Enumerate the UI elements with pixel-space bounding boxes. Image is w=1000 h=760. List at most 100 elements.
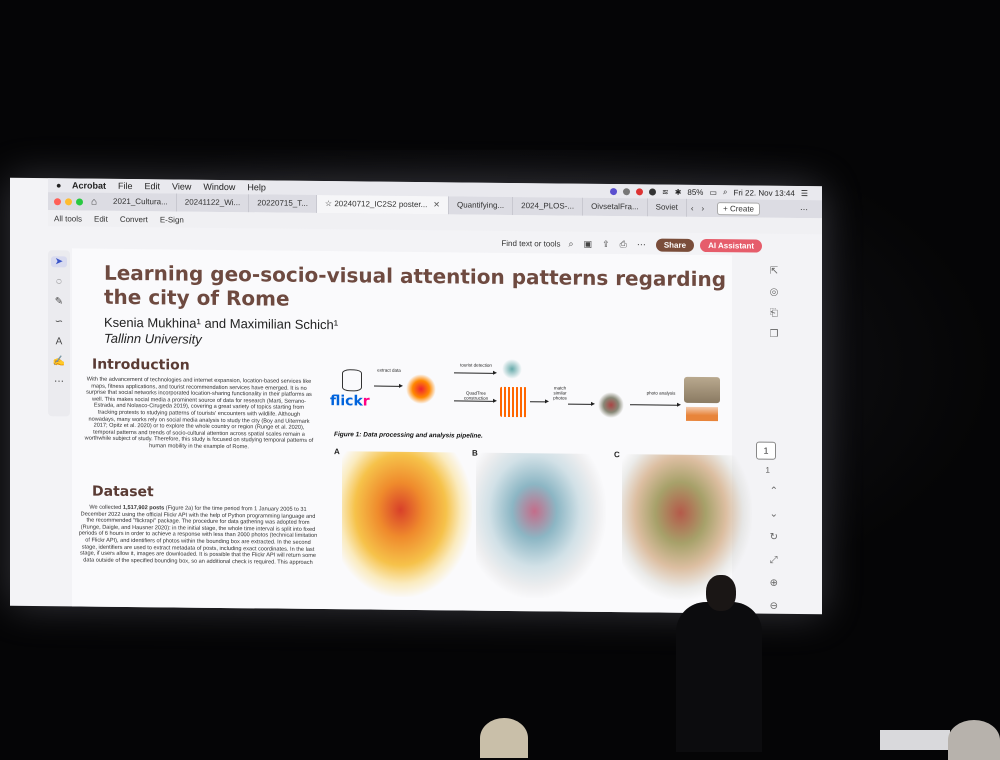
tab-document[interactable]: 20220715_T...	[249, 194, 317, 213]
poster-university: Tallinn University	[104, 330, 202, 347]
search-icon[interactable]: ⌕	[723, 187, 727, 197]
draw-icon[interactable]: ∽	[55, 316, 63, 327]
tab-document[interactable]: 2024_PLOS-...	[513, 197, 584, 216]
tab-document-active[interactable]: ☆ 20240712_IC2S2 poster... ✕	[316, 194, 449, 215]
star-icon[interactable]: ☆	[325, 199, 334, 208]
more-icon[interactable]: ⋯	[54, 376, 64, 387]
left-tools-sidebar: ➤ ◌ ✎ ∽ A ✍ ⋯	[48, 250, 70, 417]
apple-icon[interactable]: ●	[56, 180, 66, 190]
map-b	[476, 452, 606, 599]
pen-icon[interactable]: ✎	[55, 296, 63, 307]
comments-icon[interactable]: ◎	[770, 287, 779, 298]
status-app-icon[interactable]	[648, 187, 656, 196]
bluetooth-icon[interactable]: ✱	[675, 187, 682, 196]
home-icon[interactable]: ⌂	[91, 196, 97, 207]
intro-heading: Introduction	[92, 356, 190, 374]
poster-title: Learning geo-socio-visual attention patt…	[104, 260, 727, 311]
menu-app-name[interactable]: Acrobat	[72, 180, 106, 190]
chevron-up-icon[interactable]: ⌃	[770, 486, 778, 497]
close-window-icon[interactable]	[54, 197, 61, 205]
menu-help[interactable]: Help	[247, 182, 266, 192]
comment-icon[interactable]: ◌	[56, 276, 62, 287]
menu-view[interactable]: View	[172, 181, 191, 191]
tab-label: 20240712_IC2S2 poster...	[334, 199, 428, 210]
audience-head	[948, 720, 1000, 760]
print-icon[interactable]: ⎙	[620, 239, 627, 250]
sign-icon[interactable]: ✍	[53, 356, 65, 367]
database-icon	[342, 369, 362, 392]
all-tools-button[interactable]: All tools	[54, 214, 82, 223]
map-label-a: A	[334, 447, 340, 457]
pipeline-label: tourist detection	[460, 362, 492, 368]
poster-authors: Ksenia Mukhina¹ and Maximilian Schich¹	[104, 314, 339, 333]
tourist-map-icon	[502, 358, 522, 380]
more-icon[interactable]: ⋯	[637, 239, 646, 250]
zoom-in-icon[interactable]: ⊕	[770, 578, 778, 589]
presenter-body	[676, 602, 762, 752]
pipeline-arrow	[630, 404, 678, 406]
text-select-icon[interactable]: A	[56, 336, 63, 347]
menu-edit[interactable]: Edit	[145, 181, 161, 191]
bookmark-icon[interactable]: ⎗	[770, 308, 778, 319]
presenter-head	[706, 575, 736, 611]
export-icon[interactable]: ⇱	[770, 266, 778, 277]
status-app-icon[interactable]	[609, 187, 617, 195]
pipeline-arrow	[454, 372, 494, 374]
page-number-box[interactable]: 1	[756, 441, 776, 460]
convert-button[interactable]: Convert	[120, 214, 148, 223]
tab-document[interactable]: Quantifying...	[449, 196, 514, 216]
dataset-paragraph: We collected 1,517,902 posts (Figure 2a)…	[78, 504, 318, 566]
pipeline-arrow	[530, 401, 546, 403]
ai-assistant-button[interactable]: AI Assistant	[700, 238, 762, 253]
menu-file[interactable]: File	[118, 181, 133, 191]
document-page: Learning geo-socio-visual attention patt…	[72, 248, 752, 615]
menu-window[interactable]: Window	[203, 182, 235, 192]
map-a	[342, 451, 472, 598]
battery-icon[interactable]: ▭	[709, 188, 717, 197]
tab-document[interactable]: 20241122_Wi...	[176, 193, 250, 213]
tab-label: 20241122_Wi...	[184, 197, 241, 208]
audience-laptop	[880, 730, 950, 750]
tab-document[interactable]: Soviet	[647, 198, 687, 217]
refresh-icon[interactable]: ↻	[770, 532, 778, 543]
tab-label: Soviet	[655, 202, 678, 212]
status-app-icon[interactable]	[635, 187, 643, 195]
share-button[interactable]: Share	[655, 238, 695, 252]
esign-button[interactable]: E-Sign	[160, 215, 184, 224]
dataset-text: (Figure 2a) for the time period from 1 J…	[78, 505, 318, 566]
control-center-icon[interactable]: ☰	[801, 189, 808, 198]
tab-label: Quantifying...	[457, 200, 505, 210]
zoom-out-icon[interactable]: ⊖	[770, 601, 778, 612]
wifi-icon[interactable]: ≋	[662, 187, 669, 196]
intro-paragraph: With the advancement of technologies and…	[84, 376, 314, 451]
pages-icon[interactable]: ❐	[770, 329, 779, 340]
zoom-window-icon[interactable]	[76, 197, 83, 206]
battery-percent: 85%	[687, 187, 704, 197]
create-button[interactable]: + Create	[717, 201, 760, 216]
chevron-right-icon[interactable]: ›	[702, 203, 705, 212]
more-icon[interactable]: ⋯	[800, 205, 808, 214]
close-tab-icon[interactable]: ✕	[433, 200, 440, 209]
flickr-logo-part: flick	[330, 393, 363, 410]
pipeline-arrow	[568, 403, 592, 405]
fit-page-icon[interactable]: ⤢	[770, 555, 778, 566]
find-text-field[interactable]: Find text or tools	[501, 238, 560, 248]
cursor-icon[interactable]: ➤	[51, 256, 67, 268]
figure1-caption: Figure 1: Data processing and analysis p…	[334, 431, 483, 440]
edit-button[interactable]: Edit	[94, 214, 108, 223]
upload-icon[interactable]: ⇪	[602, 238, 610, 249]
tab-document[interactable]: 2021_Cultura...	[105, 192, 177, 212]
save-icon[interactable]: ▣	[584, 238, 593, 249]
chevron-down-icon[interactable]: ⌄	[770, 509, 778, 520]
minimize-window-icon[interactable]	[65, 197, 72, 205]
clock[interactable]: Fri 22. Nov 13:44	[733, 188, 794, 198]
histogram-icon	[686, 406, 718, 422]
status-app-icon[interactable]	[622, 187, 630, 195]
search-icon[interactable]: ⌕	[569, 238, 574, 249]
tab-label: 2024_PLOS-...	[521, 201, 575, 211]
dataset-post-count: 1,517,902 posts	[122, 504, 165, 512]
chevron-left-icon[interactable]: ‹	[691, 203, 694, 212]
quadtree-icon	[500, 386, 528, 418]
page-total: 1	[765, 465, 770, 475]
tab-document[interactable]: OivsetalFra...	[583, 197, 648, 217]
